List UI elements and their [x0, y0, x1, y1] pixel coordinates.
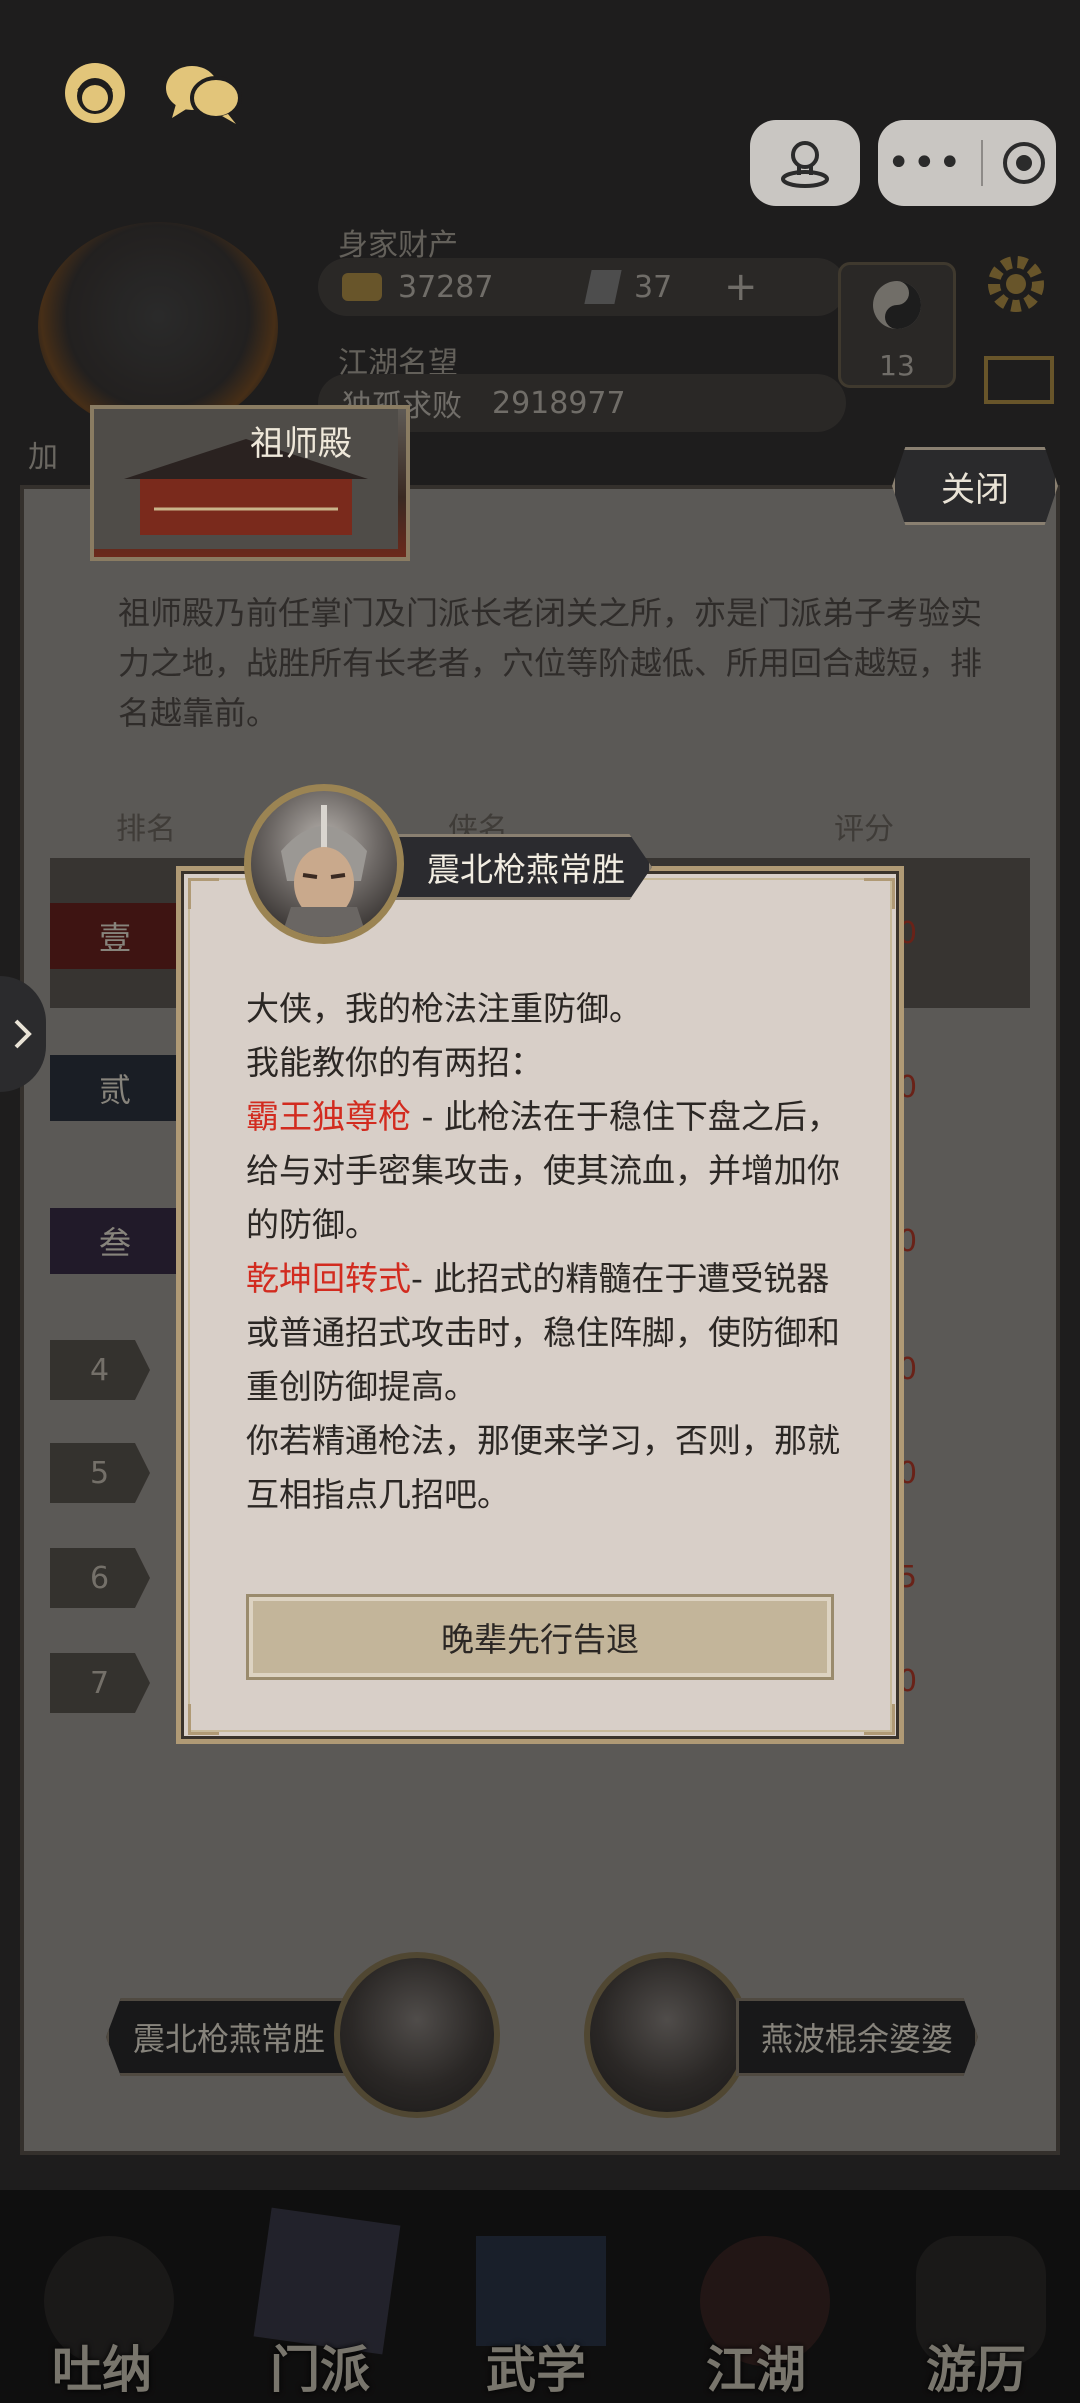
gem-count: 37	[634, 269, 673, 305]
dialog-line-greeting: 大侠，我的枪法注重防御。	[246, 989, 642, 1028]
npc-avatar	[244, 784, 404, 944]
skill-2-paragraph: 乾坤回转式- 此招式的精髓在于遭受锐器或普通招式攻击时，稳住阵脚，使防御和重创防…	[246, 1252, 846, 1414]
settings-icon[interactable]	[980, 248, 1052, 320]
mini-program-capsule: •••	[750, 120, 1056, 206]
dialog-line-closing: 你若精通枪法，那便来学习，否则，那就互相指点几招吧。	[246, 1421, 840, 1514]
chevron-right-icon	[14, 1019, 32, 1049]
menu-capsule: •••	[878, 120, 1056, 206]
taiji-icon	[873, 281, 921, 329]
close-button[interactable]: 关闭	[892, 447, 1058, 525]
capsule-divider	[980, 140, 983, 186]
close-target-icon[interactable]	[1000, 139, 1048, 187]
temple-illustration	[94, 409, 398, 549]
game-center-button[interactable]	[750, 120, 861, 206]
gem-icon	[584, 270, 622, 304]
skill-1-paragraph: 霸王独尊枪 - 此枪法在于稳住下盘之后，给与对手密集攻击，使其流血，并增加你的防…	[246, 1090, 846, 1252]
add-currency-button[interactable]: +	[724, 264, 758, 310]
player-avatar[interactable]	[38, 222, 278, 432]
profile-icon[interactable]	[60, 58, 130, 128]
coin-count: 37287	[398, 269, 494, 305]
side-tag[interactable]: 加	[28, 432, 58, 476]
frame-corner-tr	[864, 878, 895, 909]
npc-name-tag: 震北枪燕常胜	[370, 834, 652, 900]
frame-corner-br	[864, 1704, 895, 1735]
take-leave-button[interactable]: 晚辈先行告退	[246, 1594, 834, 1680]
mail-icon[interactable]	[984, 356, 1054, 404]
coin-icon	[342, 273, 382, 301]
skill-2-name[interactable]: 乾坤回转式	[246, 1259, 411, 1298]
frame-corner-bl	[188, 1704, 219, 1735]
currency-bar: 37287 37 +	[318, 258, 846, 316]
fame-value: 2918977	[492, 385, 626, 421]
helmeted-warrior-portrait	[281, 805, 367, 937]
level-value: 13	[879, 349, 915, 382]
nav-dim	[0, 2190, 1080, 2403]
more-icon[interactable]: •••	[887, 140, 964, 186]
frame-corner-tl	[188, 878, 219, 909]
taiji-level-badge[interactable]: 13	[838, 262, 956, 388]
skill-1-name[interactable]: 霸王独尊枪	[246, 1097, 411, 1136]
dialog-body: 大侠，我的枪法注重防御。 我能教你的有两招： 霸王独尊枪 - 此枪法在于稳住下盘…	[246, 982, 846, 1522]
chat-icon[interactable]	[162, 58, 244, 128]
joystick-icon	[781, 141, 830, 188]
hall-title: 祖师殿	[250, 424, 352, 464]
dialog-line-intro: 我能教你的有两招：	[246, 1043, 543, 1082]
